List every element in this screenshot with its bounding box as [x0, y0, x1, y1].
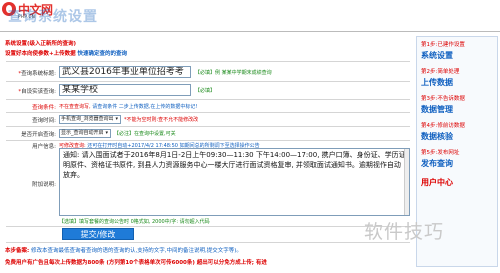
content-hint: 【选填】填写套餐的查询公告时 0格式如, 2000中/字: 请勿超入代码	[59, 219, 210, 225]
divider	[6, 126, 410, 127]
duration-label: 查询时间:	[32, 118, 56, 124]
query-name-hint: 【必填】例 某某中学期末成绩查询	[195, 70, 272, 76]
warning-line-2-blue: 快速确定查的的查询	[77, 51, 128, 57]
divider	[6, 61, 410, 62]
sidebar-step-5[interactable]: 第5步:发布网址 发布查询	[421, 148, 497, 169]
content-label: 附加说明:	[32, 182, 56, 188]
status-select[interactable]: 显示_查询自动开启	[59, 129, 111, 138]
duration-select[interactable]: 手机查询_浏览器查询出	[59, 115, 121, 124]
sidebar-step-3[interactable]: 第3步:不告诉数据 数据管理	[421, 94, 497, 115]
divider	[6, 140, 410, 141]
divider	[6, 226, 410, 227]
duration-hint: *不能为空时则:查不允不能修改改	[124, 117, 199, 123]
status-label: 是否开启查询:	[21, 132, 56, 138]
divider	[6, 99, 410, 100]
submit-button[interactable]: 提交/修改	[62, 228, 134, 240]
header-divider	[0, 31, 500, 32]
sidebar-step-4[interactable]: 第4步:修前访数据 数据核验	[421, 121, 497, 142]
sidebar-step-2[interactable]: 第2步:简单处理 上传数据	[421, 67, 497, 88]
content-text: 通知: 请入围面试者于2016年8月1日-2日上午09:30—11:30 下午1…	[63, 151, 406, 179]
footer-note-1: 本步备案: 修改本查询最低查询者查询的语的查询的认,支持的文字,中间的备注说明,…	[5, 248, 242, 254]
page-title: 查询系统设置	[8, 9, 98, 25]
sidebar-user-center[interactable]: 用户中心	[421, 175, 497, 188]
divider	[6, 112, 410, 113]
extra-label: 用户信息:	[32, 144, 56, 150]
owner-input[interactable]: 某某学校	[59, 84, 191, 96]
owner-label: *自设实该查询:	[18, 89, 56, 95]
warning-line-1: 系统设置(级入正新所的查询)	[5, 41, 77, 47]
divider	[6, 81, 410, 82]
notice-text: 不在查查询写, 请查询条件 二步上传数据,在上传的数据中标记!	[59, 104, 198, 110]
status-hint: 【必注】在查询中设置,可关	[114, 131, 176, 137]
warning-line-2-red: 设置好本向使参数+上传数据	[5, 51, 76, 57]
notice-label: 查询条件:	[32, 105, 56, 111]
sidebar-step-1[interactable]: 第1步:已建作设置 系统设置	[421, 40, 497, 61]
warning-line-2: 设置好本向使参数+上传数据 快速确定查的的查询	[5, 49, 127, 57]
query-name-input[interactable]: 武义县2016年事业单位招考考	[59, 66, 191, 78]
owner-hint: 【必填】	[195, 88, 216, 94]
query-name-label: *查询系统标题:	[18, 71, 56, 77]
footer-note-2: 免费用户有广告且每次上传数据为800条 (方列第10个表格单次可传6000条) …	[5, 260, 267, 266]
textarea-scrollbar[interactable]	[404, 149, 409, 215]
watermark-text: 软件技巧	[364, 221, 445, 243]
divider	[6, 242, 410, 243]
content-textarea[interactable]: 通知: 请入围面试者于2016年8月1日-2日上午09:30—11:30 下午1…	[59, 148, 410, 216]
